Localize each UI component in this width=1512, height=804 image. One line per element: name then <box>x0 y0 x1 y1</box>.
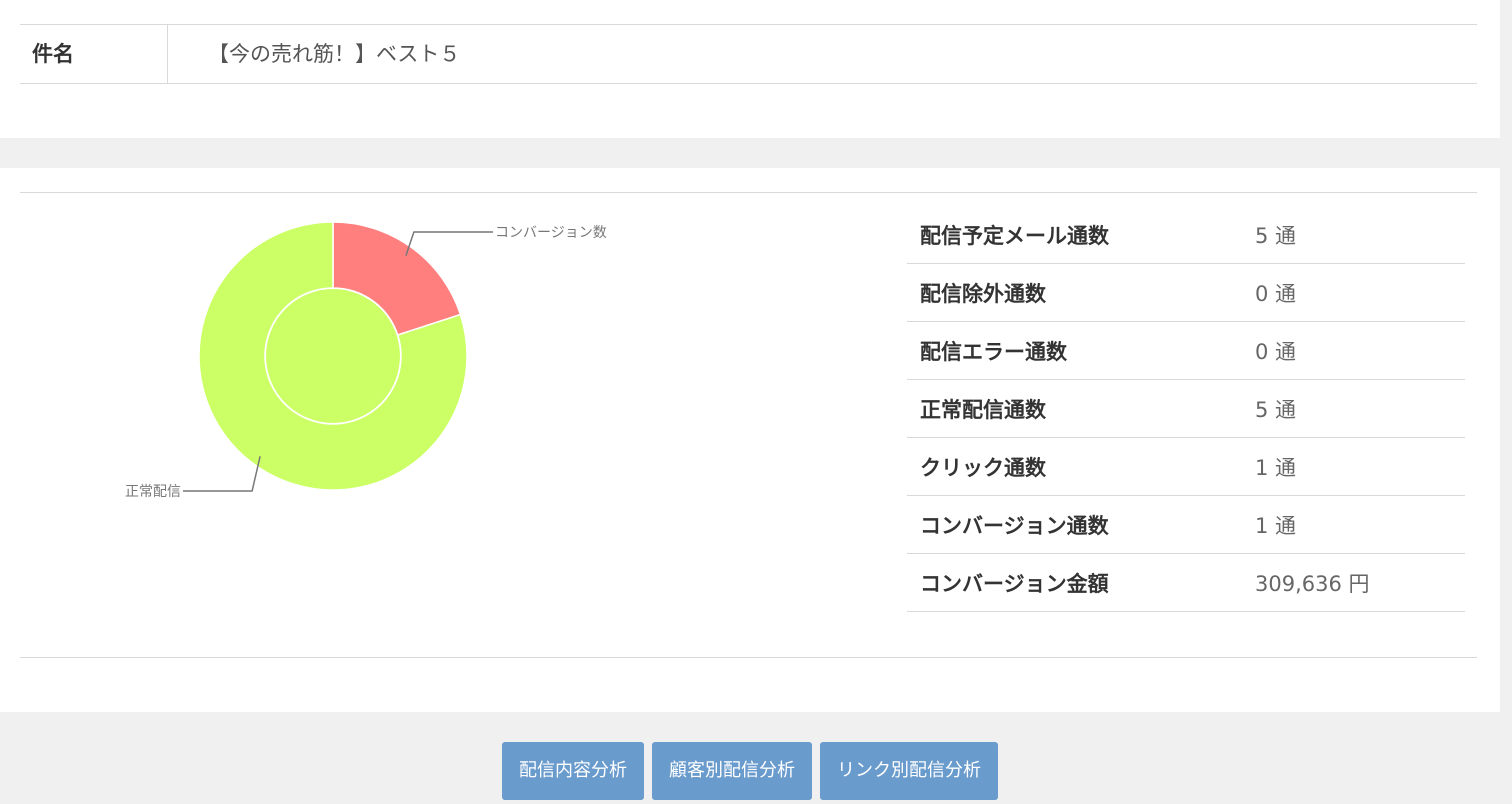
stats-row: 配信除外通数 0 通 <box>907 263 1465 322</box>
stat-label: クリック通数 <box>907 437 1255 496</box>
link-analysis-button[interactable]: リンク別配信分析 <box>820 742 998 800</box>
stat-value: 5 通 <box>1255 379 1465 438</box>
divider-top <box>20 192 1477 193</box>
stats-panel: コンバージョン数 正常配信 配信予定メール通数 5 通 配信除外通数 0 通 配信エラ… <box>0 168 1500 712</box>
analysis-button-bar: 配信内容分析 顧客別配信分析 リンク別配信分析 <box>0 742 1500 800</box>
stats-row: コンバージョン金額 309,636 円 <box>907 553 1465 612</box>
customer-analysis-button[interactable]: 顧客別配信分析 <box>652 742 812 800</box>
stat-label: コンバージョン金額 <box>907 553 1255 612</box>
stats-row: 配信予定メール通数 5 通 <box>907 206 1465 264</box>
stat-label: 配信予定メール通数 <box>907 206 1255 264</box>
stat-value: 309,636 円 <box>1255 553 1465 612</box>
stat-label: 配信除外通数 <box>907 263 1255 322</box>
chart-slice-label: コンバージョン数 <box>495 225 607 241</box>
chart-leader-line <box>183 456 261 492</box>
stats-row: コンバージョン通数 1 通 <box>907 495 1465 554</box>
stat-label: 配信エラー通数 <box>907 321 1255 380</box>
subject-row: 件名 【今の売れ筋！】ベスト５ <box>20 24 1477 84</box>
stat-value: 1 通 <box>1255 495 1465 554</box>
chart-leader-line <box>405 231 493 256</box>
stats-row: 正常配信通数 5 通 <box>907 379 1465 438</box>
stat-label: コンバージョン通数 <box>907 495 1255 554</box>
stat-value: 1 通 <box>1255 437 1465 496</box>
subject-panel: 件名 【今の売れ筋！】ベスト５ <box>0 0 1500 138</box>
chart-slice-label: 正常配信 <box>125 484 181 500</box>
stat-value: 0 通 <box>1255 263 1465 322</box>
divider-bottom <box>20 657 1477 658</box>
stats-table: 配信予定メール通数 5 通 配信除外通数 0 通 配信エラー通数 0 通 正常配信通数… <box>907 206 1465 612</box>
stat-value: 0 通 <box>1255 321 1465 380</box>
stats-row: 配信エラー通数 0 通 <box>907 321 1465 380</box>
stat-label: 正常配信通数 <box>907 379 1255 438</box>
delivery-donut-chart: コンバージョン数正常配信 <box>125 221 607 500</box>
stats-row: クリック通数 1 通 <box>907 437 1465 496</box>
content-analysis-button[interactable]: 配信内容分析 <box>502 742 644 800</box>
subject-label: 件名 <box>20 25 168 83</box>
subject-value: 【今の売れ筋！】ベスト５ <box>208 42 461 66</box>
stat-value: 5 通 <box>1255 206 1465 264</box>
